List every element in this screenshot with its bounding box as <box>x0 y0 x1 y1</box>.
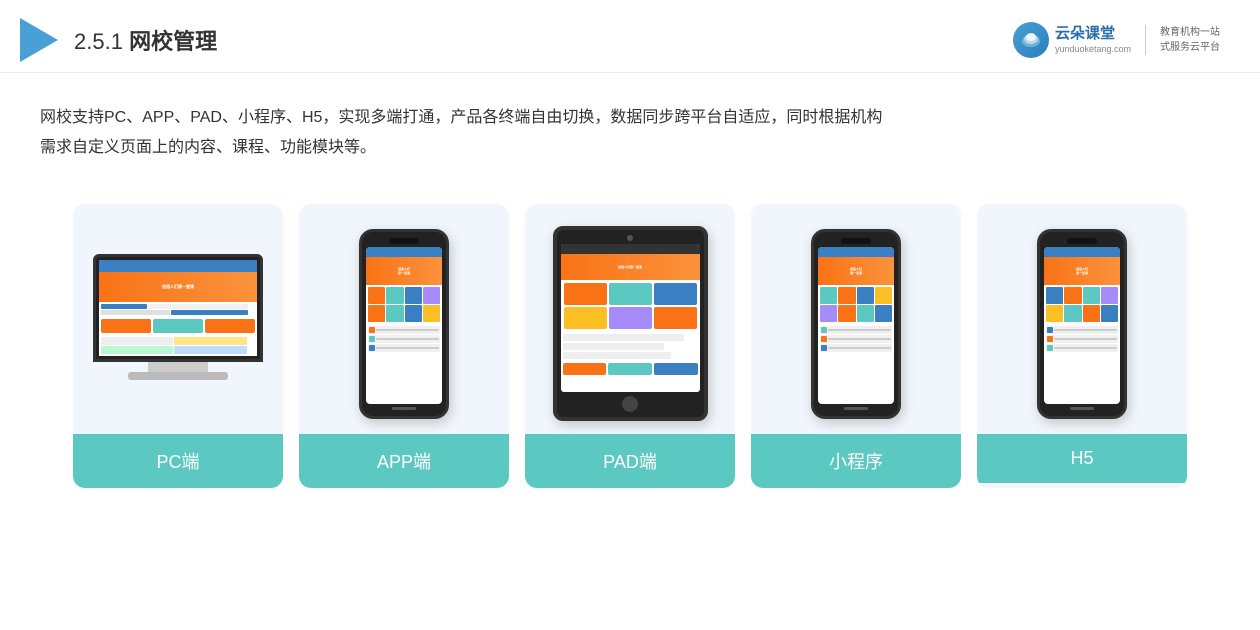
card-miniprogram-image: 创造人们第一堂课 <box>751 204 961 434</box>
monitor-foot <box>128 372 228 380</box>
screen-rows <box>99 302 257 317</box>
phone-home-mini <box>844 407 868 410</box>
tablet-row <box>563 343 664 350</box>
header-left: 2.5.1 网校管理 <box>20 18 217 62</box>
tablet-grid <box>561 280 700 332</box>
phone-grid <box>366 285 442 325</box>
card-app-image: 创造人们第一堂课 <box>299 204 509 434</box>
monitor-device: 创造人们第一堂课 <box>93 254 263 394</box>
card-pc-image: 创造人们第一堂课 <box>73 204 283 434</box>
brand-icon <box>1013 22 1049 58</box>
tablet-row <box>563 352 671 359</box>
phone-home-app <box>392 407 416 410</box>
phone-hero-text-h5: 创造人们第一堂课 <box>1076 267 1088 275</box>
section-title: 网校管理 <box>129 29 217 54</box>
phone-list-item <box>820 344 892 352</box>
phone-hero-text: 创造人们第一堂课 <box>398 267 410 275</box>
phone-list-item <box>368 326 440 334</box>
page-title: 2.5.1 网校管理 <box>74 24 217 56</box>
tablet-screen-bar <box>561 244 700 254</box>
tablet-hero-text: 创造人们第一堂课 <box>618 265 642 269</box>
logo-icon <box>20 18 58 62</box>
brand-name: 云朵课堂 <box>1055 24 1131 44</box>
tablet-rows <box>561 332 700 361</box>
phone-list-h5 <box>1044 324 1120 354</box>
card-pad-image: 创造人们第一堂课 <box>525 204 735 434</box>
monitor-base <box>148 362 208 372</box>
description-line1: 网校支持PC、APP、PAD、小程序、H5，实现多端打通，产品各终端自由切换，数… <box>40 103 1220 133</box>
header-right: 云朵课堂 yunduoketang.com 教育机构一站 式服务云平台 <box>1013 22 1220 58</box>
card-h5-image: 创造人们第一堂课 <box>977 204 1187 434</box>
card-h5: 创造人们第一堂课 <box>977 204 1187 488</box>
card-pc-label: PC端 <box>73 434 283 488</box>
phone-list-mini <box>818 324 894 354</box>
phone-list <box>366 324 442 354</box>
card-miniprogram-label: 小程序 <box>751 434 961 488</box>
phone-screen-h5: 创造人们第一堂课 <box>1044 247 1120 404</box>
card-app: 创造人们第一堂课 <box>299 204 509 488</box>
phone-device-h5: 创造人们第一堂课 <box>1037 229 1127 419</box>
tablet-screen: 创造人们第一堂课 <box>561 244 700 392</box>
brand-logo: 云朵课堂 yunduoketang.com <box>1013 22 1131 58</box>
card-app-label: APP端 <box>299 434 509 488</box>
phone-grid-h5 <box>1044 285 1120 325</box>
phone-list-item <box>820 326 892 334</box>
slogan-line2: 式服务云平台 <box>1160 40 1220 55</box>
brand-divider <box>1145 25 1146 55</box>
tablet-device: 创造人们第一堂课 <box>553 226 708 421</box>
phone-notch-app <box>389 238 419 244</box>
phone-notch-mini <box>841 238 871 244</box>
phone-screen-hero-h5: 创造人们第一堂课 <box>1044 257 1120 285</box>
phone-list-item <box>1046 326 1118 334</box>
brand-url: yunduoketang.com <box>1055 44 1131 56</box>
monitor-screen-inner: 创造人们第一堂课 <box>99 260 257 356</box>
phone-list-item <box>368 335 440 343</box>
phone-notch-h5 <box>1067 238 1097 244</box>
card-h5-label: H5 <box>977 434 1187 483</box>
phone-device-mini: 创造人们第一堂课 <box>811 229 901 419</box>
card-miniprogram: 创造人们第一堂课 <box>751 204 961 488</box>
description-block: 网校支持PC、APP、PAD、小程序、H5，实现多端打通，产品各终端自由切换，数… <box>0 73 1260 174</box>
slogan-line1: 教育机构一站 <box>1160 25 1220 40</box>
phone-list-item <box>1046 335 1118 343</box>
phone-list-item <box>368 344 440 352</box>
phone-list-item <box>820 335 892 343</box>
brand-slogan: 教育机构一站 式服务云平台 <box>1160 25 1220 55</box>
section-number: 2.5.1 <box>74 29 123 54</box>
screen-hero-text: 创造人们第一堂课 <box>162 284 194 290</box>
tablet-home <box>622 396 638 412</box>
brand-text: 云朵课堂 yunduoketang.com <box>1055 24 1131 55</box>
monitor-screen-outer: 创造人们第一堂课 <box>93 254 263 362</box>
phone-hero-text-mini: 创造人们第一堂课 <box>850 267 862 275</box>
page-header: 2.5.1 网校管理 云朵课堂 yunduoketang.com 教育机构一站 … <box>0 0 1260 73</box>
phone-screen-bar <box>366 247 442 257</box>
description-line2: 需求自定义页面上的内容、课程、功能模块等。 <box>40 133 1220 163</box>
tablet-row <box>563 334 685 341</box>
phone-screen-app: 创造人们第一堂课 <box>366 247 442 404</box>
screen-bar <box>99 260 257 272</box>
cards-container: 创造人们第一堂课 <box>0 174 1260 518</box>
card-pc: 创造人们第一堂课 <box>73 204 283 488</box>
phone-screen-hero: 创造人们第一堂课 <box>366 257 442 285</box>
phone-home-h5 <box>1070 407 1094 410</box>
screen-content: 创造人们第一堂课 <box>99 260 257 356</box>
tablet-screen-hero: 创造人们第一堂课 <box>561 254 700 280</box>
tablet-camera <box>627 235 633 241</box>
screen-hero: 创造人们第一堂课 <box>99 272 257 302</box>
card-pad-label: PAD端 <box>525 434 735 488</box>
phone-grid-mini <box>818 285 894 325</box>
phone-screen-hero-mini: 创造人们第一堂课 <box>818 257 894 285</box>
phone-screen-bar-h5 <box>1044 247 1120 257</box>
phone-screen-bar-mini <box>818 247 894 257</box>
phone-device-app: 创造人们第一堂课 <box>359 229 449 419</box>
screen-bottom <box>99 317 257 335</box>
phone-list-item <box>1046 344 1118 352</box>
phone-screen-mini: 创造人们第一堂课 <box>818 247 894 404</box>
card-pad: 创造人们第一堂课 <box>525 204 735 488</box>
